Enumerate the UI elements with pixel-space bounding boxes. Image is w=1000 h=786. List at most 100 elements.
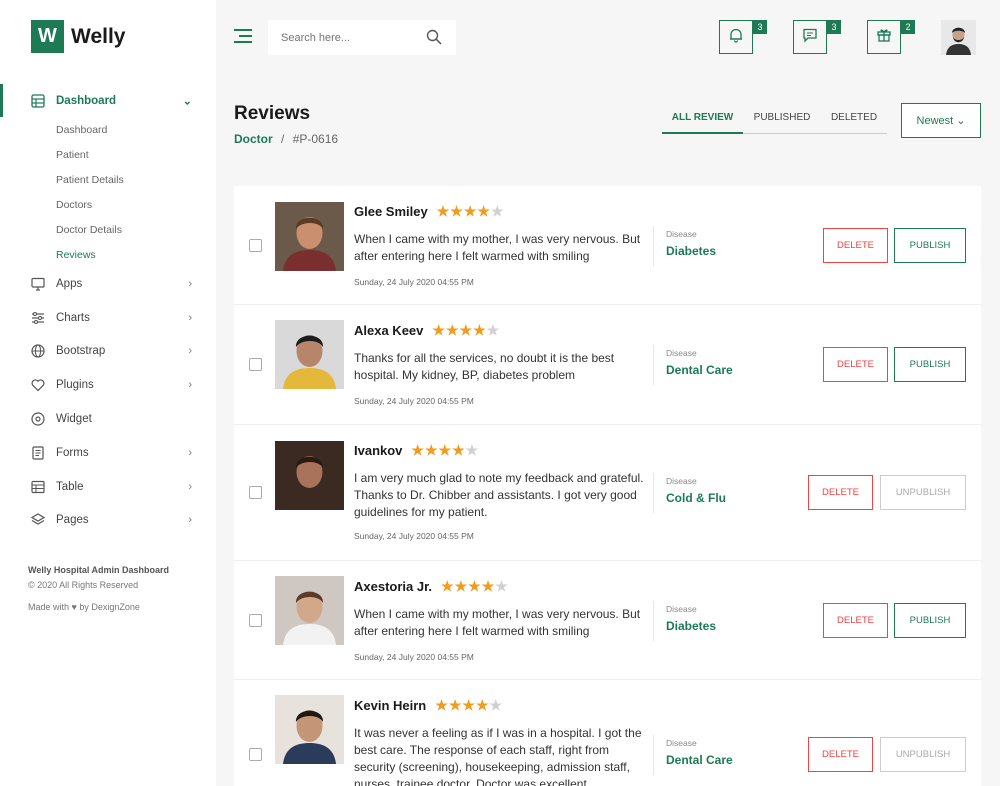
tab-deleted[interactable]: DELETED (821, 104, 887, 134)
breadcrumb-link[interactable]: Doctor (234, 132, 273, 146)
delete-button[interactable]: DELETE (808, 737, 873, 772)
select-checkbox[interactable] (249, 748, 262, 761)
submenu-item-reviews[interactable]: Reviews (56, 242, 216, 267)
sidebar-item-label: Charts (56, 311, 90, 324)
select-checkbox[interactable] (249, 358, 262, 371)
notifications-button[interactable]: 3 (719, 20, 767, 54)
notification-count-badge: 3 (753, 20, 767, 34)
sidebar-item-charts[interactable]: Charts › (0, 301, 216, 335)
delete-button[interactable]: DELETE (808, 475, 873, 510)
review-date: Sunday, 24 July 2020 04:55 PM (354, 277, 474, 287)
sidebar-item-pages[interactable]: Pages › (0, 504, 216, 538)
page-title: Reviews (234, 103, 311, 124)
delete-button[interactable]: DELETE (823, 228, 888, 263)
column-divider (653, 226, 654, 266)
reviewer-name[interactable]: Glee Smiley (354, 204, 428, 219)
review-text: When I came with my mother, I was very n… (354, 232, 641, 263)
reviewer-name-row: Axestoria Jr. ★★★★★ (354, 578, 509, 595)
messages-button[interactable]: 3 (793, 20, 841, 54)
bell-icon (728, 27, 744, 48)
sidebar-item-label: Apps (56, 277, 83, 290)
star-icon: ★ (411, 442, 425, 458)
star-icon: ★ (490, 203, 505, 219)
publish-button[interactable]: PUBLISH (894, 603, 966, 638)
delete-button[interactable]: DELETE (823, 347, 888, 382)
dashboard-icon (31, 93, 45, 108)
message-count-badge: 3 (827, 20, 841, 34)
sidebar-nav: Dashboard ⌄ Dashboard Patient Patient De… (0, 84, 216, 537)
tab-published[interactable]: PUBLISHED (743, 104, 821, 134)
submenu-item-doctor-details[interactable]: Doctor Details (56, 217, 216, 242)
sidebar-item-widget[interactable]: Widget (0, 402, 216, 436)
star-rating: ★★★★★ (435, 697, 503, 714)
reviewer-photo (275, 441, 344, 510)
footer-title: Welly Hospital Admin Dashboard (28, 565, 170, 575)
disease-value: Dental Care (666, 363, 733, 377)
sidebar-item-bootstrap[interactable]: Bootstrap › (0, 335, 216, 369)
disease-value: Cold & Flu (666, 491, 726, 505)
tab-all-review[interactable]: ALL REVIEW (662, 104, 743, 134)
column-divider (653, 345, 654, 385)
sidebar-item-forms[interactable]: Forms › (0, 436, 216, 470)
select-checkbox[interactable] (249, 486, 262, 499)
breadcrumb: Doctor / #P-0616 (234, 132, 338, 146)
publish-button[interactable]: PUBLISH (894, 228, 966, 263)
submenu-item-patient[interactable]: Patient (56, 142, 216, 167)
star-icon: ★ (450, 203, 464, 219)
sidebar-item-apps[interactable]: Apps › (0, 267, 216, 301)
gifts-button[interactable]: 2 (867, 20, 915, 54)
menu-toggle-icon[interactable] (234, 29, 252, 47)
sidebar-item-label: Table (56, 480, 84, 493)
reviewer-name[interactable]: Axestoria Jr. (354, 579, 432, 594)
review-date: Sunday, 24 July 2020 04:55 PM (354, 531, 474, 541)
publish-button[interactable]: PUBLISH (894, 347, 966, 382)
widget-icon (31, 412, 45, 426)
star-icon: ★ (468, 578, 482, 594)
chevron-right-icon: › (188, 277, 192, 290)
star-icon: ★ (481, 578, 496, 594)
star-icon: ★ (475, 697, 490, 713)
sliders-icon (31, 311, 45, 325)
submenu-item-patient-details[interactable]: Patient Details (56, 167, 216, 192)
review-row: Kevin Heirn ★★★★★ It was never a feeling… (234, 680, 981, 786)
delete-button[interactable]: DELETE (823, 603, 888, 638)
chevron-right-icon: › (188, 514, 192, 527)
submenu-item-dashboard[interactable]: Dashboard (56, 117, 216, 142)
star-icon: ★ (452, 442, 466, 458)
select-checkbox[interactable] (249, 614, 262, 627)
unpublish-button[interactable]: UNPUBLISH (880, 475, 966, 510)
reviewer-name[interactable]: Kevin Heirn (354, 698, 426, 713)
user-avatar[interactable] (941, 20, 976, 55)
star-icon: ★ (489, 697, 504, 713)
review-tabs: ALL REVIEW PUBLISHED DELETED (662, 104, 887, 134)
reviewer-name[interactable]: Alexa Keev (354, 323, 423, 338)
sidebar-item-table[interactable]: Table › (0, 470, 216, 504)
star-icon: ★ (477, 203, 491, 219)
star-icon: ★ (432, 322, 446, 338)
sidebar-item-plugins[interactable]: Plugins › (0, 368, 216, 402)
unpublish-button[interactable]: UNPUBLISH (880, 737, 966, 772)
select-checkbox[interactable] (249, 239, 262, 252)
star-icon: ★ (445, 322, 460, 338)
disease-value: Diabetes (666, 619, 717, 633)
footer-copyright: © 2020 All Rights Reserved (28, 580, 139, 590)
disease-value: Dental Care (666, 753, 733, 767)
sort-dropdown[interactable]: Newest ⌄ (901, 103, 981, 138)
search-icon[interactable] (426, 29, 442, 50)
star-icon: ★ (436, 203, 451, 219)
star-icon: ★ (463, 203, 478, 219)
form-icon (31, 446, 45, 460)
footer-credit: Made with ♥ by DexignZone (28, 602, 140, 612)
chevron-right-icon: › (188, 345, 192, 358)
reviewer-name[interactable]: Ivankov (354, 443, 402, 458)
reviewer-name-row: Ivankov ★★★★★ (354, 442, 479, 459)
sidebar-item-dashboard[interactable]: Dashboard ⌄ (0, 84, 216, 117)
brand-logo[interactable]: W Welly (31, 20, 125, 53)
star-rating: ★★★★★ (441, 578, 509, 595)
star-icon: ★ (448, 697, 463, 713)
review-text: Thanks for all the services, no doubt it… (354, 351, 615, 382)
chevron-down-icon: ⌄ (182, 95, 192, 107)
submenu-item-doctors[interactable]: Doctors (56, 192, 216, 217)
star-icon: ★ (435, 697, 449, 713)
search-input[interactable] (281, 31, 421, 44)
